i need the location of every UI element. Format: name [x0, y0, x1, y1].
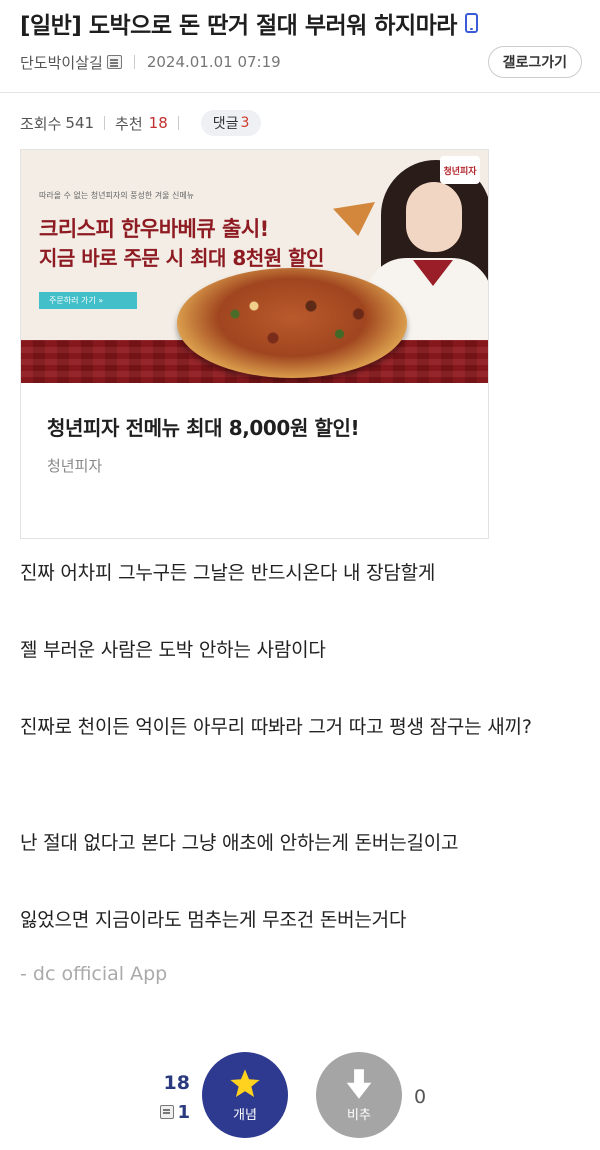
recommend-button[interactable]: 개념: [202, 1052, 288, 1138]
post-title: [일반] 도박으로 돈 딴거 절대 부러워 하지마라: [20, 13, 457, 39]
arrow-down-icon: [346, 1068, 372, 1099]
ad-title[interactable]: 청년피자 전메뉴 최대 8,000원 할인!: [47, 412, 360, 441]
recommend-label: 추천: [115, 114, 143, 133]
post-date: 2024.01.01 07:19: [146, 53, 281, 71]
star-icon: [230, 1068, 260, 1097]
mobile-phone-icon: [464, 13, 478, 33]
app-signature: - dc official App: [20, 963, 168, 985]
post-paragraph: 잃었으면 지금이라도 멈추는게 무조건 돈버는거다: [20, 909, 407, 931]
nonrecommend-button-label: 비추: [347, 1107, 371, 1123]
ad-brand-logo: 청년피자: [440, 156, 480, 184]
ad-banner-subheadline: 지금 바로 주문 시 최대 8천원 할인: [39, 246, 324, 270]
recommend-count: 18: [148, 114, 168, 132]
pizza-slice-image: [333, 202, 375, 236]
fixed-recommend: 1: [150, 1100, 190, 1124]
header-divider: [0, 92, 600, 93]
comments-count: 3: [240, 115, 250, 131]
nonrecommend-count: 0: [414, 1086, 427, 1108]
post-meta: 단도박이살길 2024.01.01 07:19 갤로그가기: [20, 46, 582, 78]
nonrecommend-button[interactable]: 비추: [316, 1052, 402, 1138]
fixed-recommend-count: 1: [177, 1101, 190, 1123]
post-paragraph: 진짜로 천이든 억이든 아무리 따봐라 그거 따고 평생 잠구는 새끼?: [20, 716, 532, 738]
recommend-button-label: 개념: [233, 1107, 257, 1123]
views-label: 조회수: [20, 114, 62, 133]
divider: [133, 55, 135, 69]
post-title-row: [일반] 도박으로 돈 딴거 절대 부러워 하지마라: [20, 8, 590, 39]
ad-card[interactable]: 청년피자 따라올 수 없는 청년피자의 풍성한 겨울 신메뉴 크리스피 한우바베…: [20, 149, 489, 539]
user-memo-icon[interactable]: [106, 55, 122, 69]
divider: [177, 116, 179, 130]
ad-banner-image[interactable]: 청년피자 따라올 수 없는 청년피자의 풍성한 겨울 신메뉴 크리스피 한우바베…: [21, 150, 488, 383]
comments-button[interactable]: 댓글 3: [200, 110, 262, 136]
author-name[interactable]: 단도박이살길: [20, 52, 103, 73]
comments-label: 댓글: [212, 116, 239, 132]
views-count: 541: [65, 114, 95, 132]
ad-banner-tagline: 따라올 수 없는 청년피자의 풍성한 겨울 신메뉴: [39, 191, 195, 200]
ad-order-button[interactable]: 주문하러 가기 »: [39, 292, 137, 309]
post-paragraph: 난 절대 없다고 본다 그냥 애초에 안하는게 돈버는길이고: [20, 832, 459, 854]
recommend-total: 18: [163, 1072, 190, 1094]
model-face: [406, 182, 462, 252]
gallog-button[interactable]: 갤로그가기: [487, 46, 582, 78]
divider: [104, 116, 106, 130]
post-paragraph: 젤 부러운 사람은 도박 안하는 사람이다: [20, 639, 326, 661]
post-paragraph: 진짜 어차피 그누구든 그날은 반드시온다 내 장담할게: [20, 562, 436, 584]
post-stats: 조회수 541 추천 18 댓글 3: [20, 109, 262, 137]
fixed-user-icon: [160, 1105, 175, 1119]
ad-banner-headline: 크리스피 한우바베큐 출시!: [39, 217, 269, 241]
ad-sponsor: 청년피자: [47, 457, 103, 475]
pizza-image: [177, 268, 407, 378]
